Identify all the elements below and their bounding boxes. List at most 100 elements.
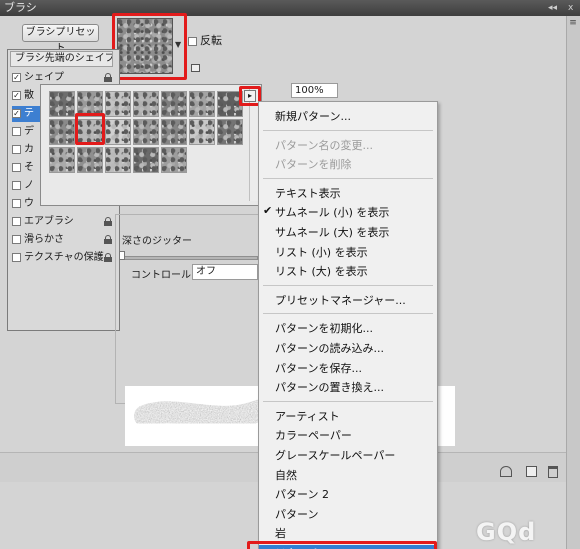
menu-item[interactable]: ✔ サムネール (小) を表示	[263, 204, 390, 220]
pattern-thumbnail[interactable]	[133, 91, 159, 117]
pattern-thumbnail[interactable]	[161, 91, 187, 117]
menu-item-label: パターン名の変更...	[275, 138, 373, 152]
option-checkbox[interactable]	[12, 234, 21, 244]
menu-item-label: パターン	[275, 507, 319, 521]
lock-icon[interactable]	[104, 235, 112, 244]
option-label: 散	[24, 90, 34, 101]
menu-item[interactable]: リスト (大) を表示	[275, 263, 368, 279]
menu-item[interactable]: パターンを保存...	[275, 360, 362, 376]
menu-item-label: リスト (小) を表示	[275, 245, 368, 259]
option-label: 滑らかさ	[24, 234, 64, 245]
option-checkbox[interactable]	[12, 162, 21, 172]
brush-option-row[interactable]: ウ	[12, 196, 34, 212]
slider-thumb[interactable]	[119, 251, 125, 260]
invert-option[interactable]: 反転	[188, 32, 222, 48]
option-checkbox[interactable]: ✓	[12, 108, 21, 118]
menu-item-label: サムネール (大) を表示	[275, 226, 390, 239]
menu-item[interactable]: グレースケールペーパー	[275, 447, 395, 463]
panel-titlebar: ブラシ ◂◂ x	[0, 0, 580, 16]
brush-option-row[interactable]: テクスチャの保護	[12, 250, 112, 266]
menu-separator	[263, 313, 433, 315]
brush-option-row[interactable]: ノ	[12, 178, 34, 194]
lock-icon[interactable]	[104, 73, 112, 82]
option-checkbox[interactable]	[12, 198, 21, 208]
pattern-thumbnail[interactable]	[217, 119, 243, 145]
depth-jitter-label: 深さのジッター	[122, 236, 192, 247]
brush-option-row[interactable]: カ	[12, 142, 34, 158]
option-checkbox[interactable]	[12, 144, 21, 154]
brush-tip-shape-header[interactable]: ブラシ先端のシェイプ	[10, 51, 113, 67]
pattern-thumbnail[interactable]	[77, 147, 103, 173]
menu-item[interactable]: プリセットマネージャー...	[275, 292, 406, 308]
pattern-thumbnail[interactable]	[49, 147, 75, 173]
chevron-down-icon[interactable]: ▼	[175, 40, 181, 49]
scale-value-field[interactable]: 100%	[291, 83, 338, 98]
texture-preview-swatch[interactable]	[117, 18, 173, 74]
pattern-thumbnail[interactable]	[133, 147, 159, 173]
menu-item[interactable]: パターン 2	[275, 486, 329, 502]
brush-option-row[interactable]: そ	[12, 160, 34, 176]
option-label: ウ	[24, 198, 34, 209]
menu-item[interactable]: 自然	[275, 467, 297, 483]
panel-side-strip	[566, 16, 580, 549]
menu-item[interactable]: カラーペーパー	[275, 427, 352, 443]
option-checkbox[interactable]: ✓	[12, 90, 21, 100]
brush-option-row[interactable]: デ	[12, 124, 34, 140]
control-label: コントロール：	[131, 270, 201, 281]
menu-separator	[263, 284, 433, 286]
menu-item[interactable]: パターンを初期化...	[275, 320, 373, 336]
pattern-thumbnail[interactable]	[189, 91, 215, 117]
brush-option-row[interactable]: エアブラシ	[12, 214, 112, 230]
check-icon: ✔	[263, 204, 273, 218]
new-brush-icon[interactable]	[526, 466, 537, 477]
menu-item[interactable]: テキスト表示	[275, 185, 341, 201]
menu-item[interactable]: パターンの読み込み...	[275, 340, 384, 356]
menu-item[interactable]: リスト (小) を表示	[275, 244, 368, 260]
menu-item-label: 新規パターン...	[275, 110, 351, 123]
pattern-thumbnail[interactable]	[189, 119, 215, 145]
watermark: GQd	[476, 518, 537, 546]
menu-separator	[263, 400, 433, 402]
menu-item[interactable]: 岩	[275, 525, 286, 541]
depth-jitter-slider[interactable]	[120, 256, 258, 260]
menu-item-label: 岩	[275, 527, 286, 541]
menu-item[interactable]: アーティスト	[275, 408, 340, 424]
pattern-thumbnail[interactable]	[105, 147, 131, 173]
menu-item[interactable]: パターン	[275, 506, 318, 522]
lock-icon[interactable]	[104, 253, 112, 262]
option-checkbox[interactable]	[12, 126, 21, 136]
lock-icon[interactable]	[104, 217, 112, 226]
menu-item-label: パターンを保存...	[275, 361, 362, 375]
pattern-thumbnail[interactable]	[49, 119, 75, 145]
option-checkbox[interactable]	[12, 216, 21, 226]
menu-item-label: アーティスト	[275, 409, 340, 423]
toggle-preview-icon[interactable]	[500, 466, 512, 477]
menu-item[interactable]: パターンの置き換え...	[275, 379, 384, 395]
invert-checkbox[interactable]	[188, 36, 197, 46]
new-preset-icon[interactable]	[191, 64, 200, 72]
close-icon[interactable]: x	[568, 0, 573, 16]
control-select[interactable]: オフ	[192, 264, 258, 280]
panel-menu-icon[interactable]: ≡	[566, 18, 580, 30]
option-checkbox[interactable]	[12, 180, 21, 190]
option-label: テ	[24, 108, 34, 119]
collapse-icon[interactable]: ◂◂	[548, 0, 557, 16]
pattern-thumbnail[interactable]	[105, 91, 131, 117]
pattern-thumbnail[interactable]	[105, 119, 131, 145]
menu-item-label: リスト (大) を表示	[275, 265, 368, 279]
brush-preset-button[interactable]: ブラシプリセット	[22, 24, 99, 54]
pattern-thumbnail[interactable]	[49, 91, 75, 117]
menu-item-label: サムネール (小) を表示	[275, 206, 390, 220]
option-checkbox[interactable]	[12, 252, 21, 262]
menu-item[interactable]: 新規パターン...	[275, 108, 351, 124]
option-checkbox[interactable]: ✓	[12, 72, 21, 82]
pattern-thumbnail[interactable]	[161, 119, 187, 145]
option-label: テクスチャの保護	[24, 252, 104, 263]
brush-option-row[interactable]: ✓ 散	[12, 88, 34, 104]
pattern-thumbnail[interactable]	[133, 119, 159, 145]
brush-option-row[interactable]: 滑らかさ	[12, 232, 112, 248]
picker-menu-button[interactable]: ▸	[244, 90, 256, 102]
pattern-thumbnail[interactable]	[161, 147, 187, 173]
menu-item[interactable]: サムネール (大) を表示	[275, 224, 389, 240]
trash-icon[interactable]	[548, 466, 558, 478]
